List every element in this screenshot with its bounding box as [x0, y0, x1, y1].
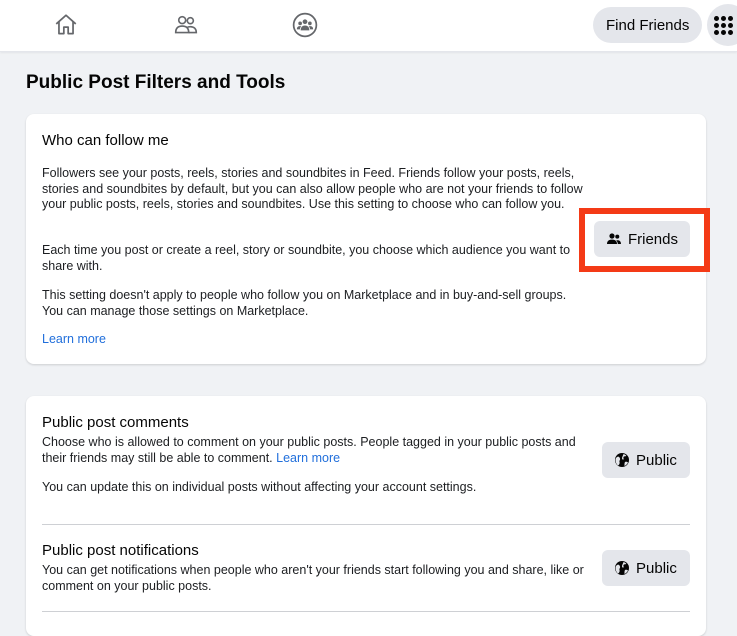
- friends-nav-button[interactable]: [171, 10, 201, 40]
- divider: [42, 611, 690, 612]
- friends-icon: [174, 15, 198, 34]
- notifications-audience-label: Public: [636, 559, 677, 577]
- comments-audience-label: Public: [636, 451, 677, 469]
- globe-icon: [615, 561, 629, 575]
- find-friends-button[interactable]: Find Friends: [593, 7, 703, 43]
- home-nav-button[interactable]: [51, 10, 81, 40]
- follow-audience-button[interactable]: Friends: [594, 221, 690, 257]
- comments-note: You can update this on individual posts …: [42, 480, 477, 494]
- menu-grid-icon: [713, 15, 733, 35]
- top-navigation-bar: Find Friends: [0, 0, 737, 52]
- groups-icon: [292, 12, 318, 38]
- comments-description: Choose who is allowed to comment on your…: [42, 435, 576, 465]
- menu-button[interactable]: [707, 4, 737, 46]
- home-icon: [55, 14, 77, 35]
- notifications-description: You can get notifications when people wh…: [42, 563, 584, 593]
- notifications-audience-button[interactable]: Public: [602, 550, 690, 586]
- divider: [42, 524, 690, 525]
- who-can-follow-card: Who can follow me Followers see your pos…: [26, 114, 710, 364]
- notifications-title: Public post notifications: [42, 542, 199, 559]
- follow-audience-label: Friends: [627, 230, 678, 248]
- globe-icon: [615, 453, 629, 467]
- page-title: Public Post Filters and Tools: [26, 72, 286, 93]
- learn-more-link[interactable]: Learn more: [42, 332, 106, 346]
- public-post-settings-card: Public post comments Choose who is allow…: [26, 396, 706, 636]
- comments-title: Public post comments: [42, 414, 189, 431]
- comments-learn-more-link[interactable]: Learn more: [276, 451, 340, 465]
- audience-description: Each time you post or create a reel, sto…: [42, 243, 571, 273]
- section-title: Who can follow me: [42, 132, 169, 149]
- comments-audience-button[interactable]: Public: [602, 442, 690, 478]
- groups-nav-button[interactable]: [290, 10, 320, 40]
- marketplace-note: This setting doesn't apply to people who…: [42, 288, 567, 318]
- friends-icon: [606, 233, 621, 244]
- follow-description: Followers see your posts, reels, stories…: [42, 166, 583, 211]
